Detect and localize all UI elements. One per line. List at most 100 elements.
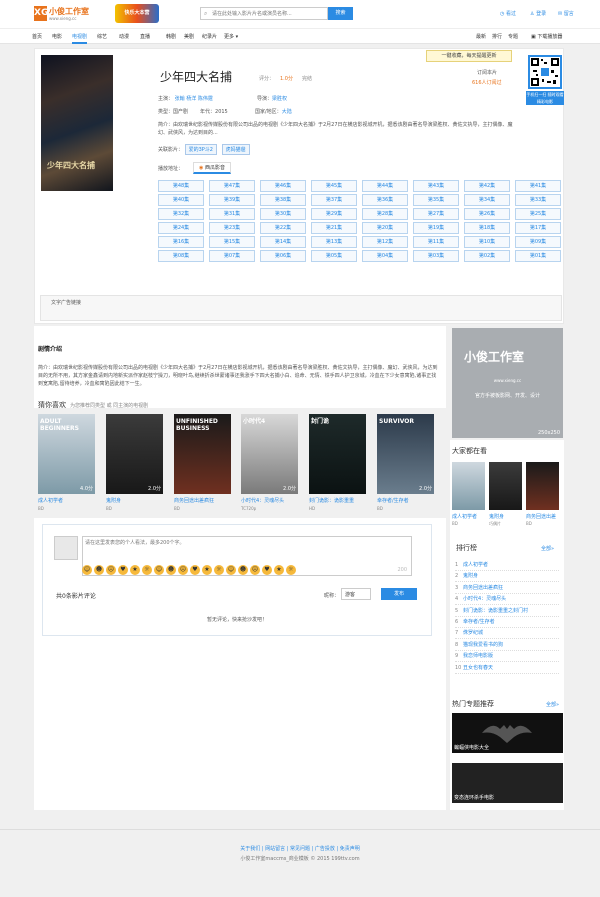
emoji-icon[interactable]: ☻: [94, 565, 104, 575]
episode-button[interactable]: 第35集: [413, 194, 459, 206]
episode-button[interactable]: 第36集: [362, 194, 408, 206]
emoji-icon[interactable]: ☹: [250, 565, 260, 575]
rank-item[interactable]: 6 幸存者/生存者: [455, 616, 559, 628]
emoji-icon[interactable]: ★: [130, 565, 140, 575]
nav-item-anime[interactable]: 动漫: [119, 33, 129, 40]
message-link[interactable]: ✉ 留言: [558, 10, 574, 17]
footer-links[interactable]: 关于我们 | 网站留言 | 常见问题 | 广告投放 | 免责声明: [0, 845, 600, 852]
watching-card[interactable]: 成人初学者 BD: [452, 462, 485, 526]
episode-button[interactable]: 第31集: [209, 208, 255, 220]
related-tag[interactable]: 爱的3P斗2: [184, 144, 217, 155]
watching-card[interactable]: 鬼附身 巧偶片: [489, 462, 522, 527]
emoji-icon[interactable]: ☻: [238, 565, 248, 575]
movie-title[interactable]: 封门诡影：诡影重重: [309, 497, 366, 504]
rank-item[interactable]: 10 丑女也有春天: [455, 662, 559, 674]
episode-button[interactable]: 第27集: [413, 208, 459, 220]
nick-field[interactable]: [341, 588, 371, 600]
emoji-icon[interactable]: ☼: [214, 565, 224, 575]
rank-item[interactable]: 2 鬼附身: [455, 570, 559, 583]
episode-button[interactable]: 第03集: [413, 250, 459, 262]
episode-button[interactable]: 第23集: [209, 222, 255, 234]
episode-button[interactable]: 第17集: [515, 222, 561, 234]
login-link[interactable]: ♙ 登录: [530, 10, 546, 17]
emoji-icon[interactable]: ☹: [178, 565, 188, 575]
movie-card[interactable]: SURVIVOR 2.0分 幸存者/生存者 BD: [377, 414, 434, 511]
episode-button[interactable]: 第14集: [260, 236, 306, 248]
emoji-icon[interactable]: ☺: [82, 565, 92, 575]
emoji-icon[interactable]: ♥: [118, 565, 128, 575]
episode-button[interactable]: 第24集: [158, 222, 204, 234]
cast-link[interactable]: 陈伟霆: [198, 96, 213, 102]
episode-button[interactable]: 第12集: [362, 236, 408, 248]
movie-title[interactable]: 商务回途出差疯狂: [174, 497, 231, 504]
episode-button[interactable]: 第06集: [260, 250, 306, 262]
episode-button[interactable]: 第15集: [209, 236, 255, 248]
emoji-icon[interactable]: ☹: [106, 565, 116, 575]
episode-button[interactable]: 第43集: [413, 180, 459, 192]
episode-button[interactable]: 第19集: [413, 222, 459, 234]
episode-button[interactable]: 第29集: [311, 208, 357, 220]
movie-title[interactable]: 鬼附身: [106, 497, 163, 504]
episode-button[interactable]: 第08集: [158, 250, 204, 262]
nav-item-variety[interactable]: 综艺: [97, 33, 107, 40]
episode-button[interactable]: 第25集: [515, 208, 561, 220]
history-link[interactable]: ◷ 看过: [500, 10, 516, 17]
episode-button[interactable]: 第32集: [158, 208, 204, 220]
post-comment-button[interactable]: 发布: [381, 588, 417, 600]
watching-card[interactable]: 商务回途出差 BD: [526, 462, 559, 526]
rank-item[interactable]: 4 小时代4：灵魂尽头: [455, 593, 559, 606]
remind-button[interactable]: 一键收藏，每天提醒更新: [426, 50, 512, 62]
movie-title[interactable]: 成人初学者: [38, 497, 95, 504]
watching-title[interactable]: 鬼附身: [489, 513, 522, 520]
episode-button[interactable]: 第21集: [311, 222, 357, 234]
episode-button[interactable]: 第11集: [413, 236, 459, 248]
nav-right-download[interactable]: ▣ 下载播放器: [531, 33, 562, 40]
nav-item-live[interactable]: 直播: [140, 33, 150, 40]
related-tag[interactable]: 虎妈猫爸: [221, 144, 250, 155]
cast-link[interactable]: 张翰: [175, 96, 185, 102]
nav-item-tv[interactable]: 电视剧: [72, 33, 88, 44]
episode-button[interactable]: 第47集: [209, 180, 255, 192]
nav-right-rank[interactable]: 排行: [492, 33, 502, 40]
episode-button[interactable]: 第20集: [362, 222, 408, 234]
sidebar-ad[interactable]: 小俊工作室 www.xieng.cc 官方手被板影网、开发、设计 250x250: [452, 328, 563, 438]
subscribe-label[interactable]: 订阅本片: [477, 69, 497, 76]
promo-banner[interactable]: 快乐大本营: [115, 4, 159, 23]
movie-card[interactable]: UNFINISHED BUSINESS 商务回途出差疯狂 BD: [174, 414, 231, 511]
movie-card[interactable]: 2.0分 鬼附身 BD: [106, 414, 163, 511]
rank-item[interactable]: 9 我恋师电影版: [455, 650, 559, 663]
episode-button[interactable]: 第28集: [362, 208, 408, 220]
cast-link[interactable]: 杨洋: [186, 96, 196, 102]
nav-right-topic[interactable]: 专题: [508, 33, 518, 40]
episode-button[interactable]: 第45集: [311, 180, 357, 192]
nav-item-docu[interactable]: 纪录片: [202, 33, 217, 40]
episode-button[interactable]: 第02集: [464, 250, 510, 262]
episode-button[interactable]: 第39集: [209, 194, 255, 206]
emoji-icon[interactable]: ★: [274, 565, 284, 575]
emoji-icon[interactable]: ☺: [226, 565, 236, 575]
movie-card[interactable]: 小时代4 2.0分 小时代4：灵魂尽头 TC720p: [241, 414, 298, 511]
episode-button[interactable]: 第38集: [260, 194, 306, 206]
movie-title[interactable]: 小时代4：灵魂尽头: [241, 497, 298, 504]
movie-title[interactable]: 幸存者/生存者: [377, 497, 434, 504]
episode-button[interactable]: 第10集: [464, 236, 510, 248]
topic-card[interactable]: 蝙蝠侠电影大全: [452, 713, 563, 753]
episode-button[interactable]: 第34集: [464, 194, 510, 206]
source-tab[interactable]: ◉ 西瓜影音: [193, 162, 231, 174]
topic-card[interactable]: 变态连环杀手电影: [452, 763, 563, 803]
emoji-icon[interactable]: ☻: [166, 565, 176, 575]
episode-button[interactable]: 第05集: [311, 250, 357, 262]
episode-button[interactable]: 第16集: [158, 236, 204, 248]
episode-button[interactable]: 第09集: [515, 236, 561, 248]
nav-right-latest[interactable]: 最新: [476, 33, 486, 40]
emoji-icon[interactable]: ☼: [142, 565, 152, 575]
emoji-icon[interactable]: ☺: [154, 565, 164, 575]
episode-button[interactable]: 第30集: [260, 208, 306, 220]
rank-item[interactable]: 7 侏罗纪城: [455, 627, 559, 640]
nav-item-korean[interactable]: 韩剧: [166, 33, 176, 40]
episode-button[interactable]: 第01集: [515, 250, 561, 262]
emoji-icon[interactable]: ♥: [262, 565, 272, 575]
comment-input[interactable]: [85, 539, 409, 565]
episode-button[interactable]: 第13集: [311, 236, 357, 248]
movie-card[interactable]: 封门诡 封门诡影：诡影重重 HD: [309, 414, 366, 511]
